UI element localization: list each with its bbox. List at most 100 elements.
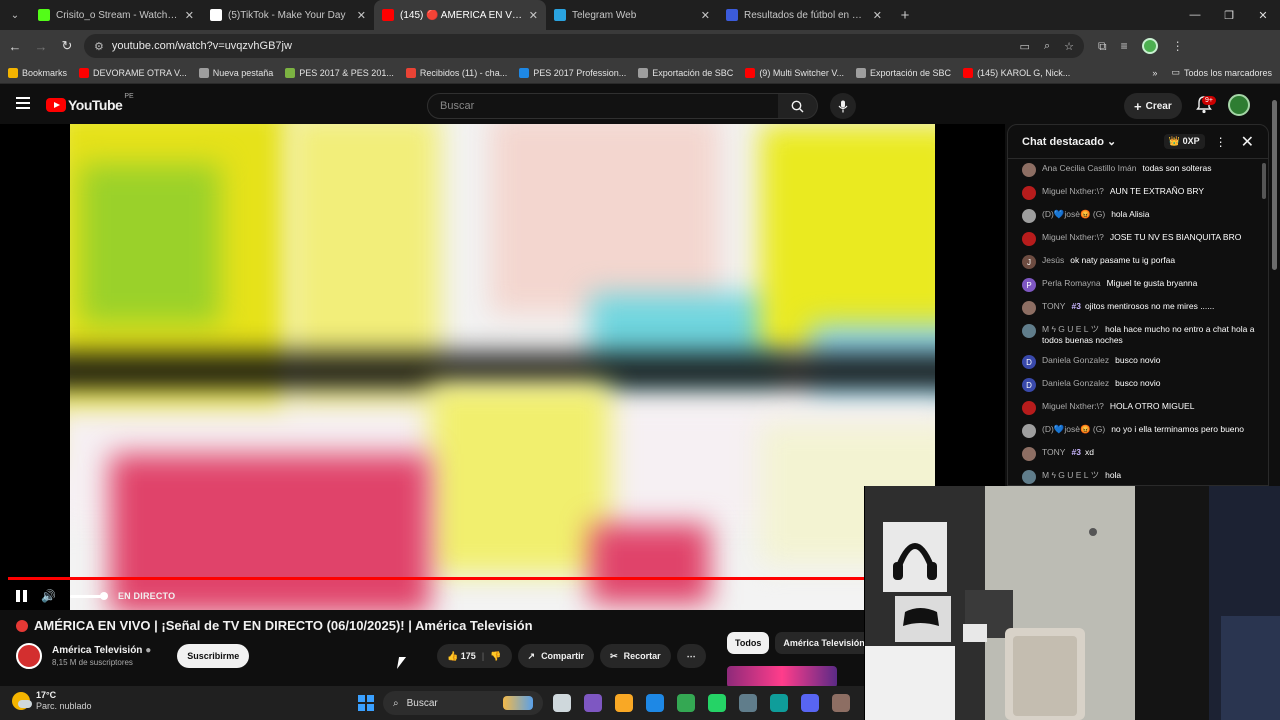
close-tab-icon[interactable]: ✕ <box>529 9 538 22</box>
channel-avatar[interactable] <box>16 643 42 669</box>
chat-author[interactable]: Miguel Nxther:\? <box>1042 232 1104 242</box>
chat-scrollbar[interactable] <box>1262 163 1266 199</box>
app-icon[interactable] <box>739 694 757 712</box>
chat-avatar[interactable] <box>1022 301 1036 315</box>
close-tab-icon[interactable]: ✕ <box>701 9 710 22</box>
store-icon[interactable] <box>646 694 664 712</box>
bookmark-item[interactable]: PES 2017 & PES 201... <box>285 67 394 78</box>
all-bookmarks-folder[interactable]: ▭ Todos los marcadores <box>1171 67 1272 78</box>
search-input[interactable]: Buscar <box>427 93 779 119</box>
profile-avatar[interactable] <box>1141 38 1158 54</box>
bookmark-item[interactable]: DEVORAME OTRA V... <box>79 67 187 78</box>
chat-mode-dropdown[interactable]: Chat destacado ⌄ <box>1022 135 1116 148</box>
chat-author[interactable]: M ϟ G U E L ツ <box>1042 470 1099 480</box>
bookmark-item[interactable]: Exportación de SBC <box>856 67 951 78</box>
weather-widget[interactable]: 17°C Parc. nublado <box>12 690 92 712</box>
chat-avatar[interactable] <box>1022 447 1036 461</box>
channel-name[interactable]: América Televisión ● <box>52 645 151 656</box>
chat-avatar[interactable]: J <box>1022 255 1036 269</box>
chat-author[interactable]: Miguel Nxther:\? <box>1042 186 1104 196</box>
browser-tab[interactable]: Telegram Web ✕ <box>546 0 718 30</box>
chat-author[interactable]: Daniela Gonzalez <box>1042 378 1109 388</box>
chat-author[interactable]: (D)💙josè😡 (G) <box>1042 209 1105 219</box>
chat-avatar[interactable] <box>1022 470 1036 484</box>
chat-author[interactable]: Ana Cecilia Castillo Imán <box>1042 163 1136 173</box>
forward-icon[interactable]: → <box>32 39 50 54</box>
bookmark-item[interactable]: Recibidos (11) - cha... <box>405 67 507 78</box>
close-tab-icon[interactable]: ✕ <box>357 9 366 22</box>
new-tab-button[interactable]: + <box>890 7 920 24</box>
browser-tab[interactable]: Resultados de fútbol en directo ✕ <box>718 0 890 30</box>
live-indicator[interactable]: EN DIRECTO <box>118 591 175 601</box>
chat-avatar[interactable] <box>1022 424 1036 438</box>
chat-avatar[interactable] <box>1022 163 1036 177</box>
video-player[interactable]: 🔊 EN DIRECTO <box>0 124 1005 610</box>
close-tab-icon[interactable]: ✕ <box>185 9 194 22</box>
discord-icon[interactable] <box>801 694 819 712</box>
reload-icon[interactable]: ↻ <box>58 38 76 54</box>
voice-search-button[interactable] <box>830 93 856 119</box>
clip-button[interactable]: ✂ Recortar <box>600 644 671 668</box>
like-button[interactable]: 👍 175 <box>447 651 476 662</box>
chat-avatar[interactable] <box>1022 232 1036 246</box>
bookmark-star-icon[interactable]: ☆ <box>1064 40 1074 53</box>
xp-badge[interactable]: 👑 0XP <box>1163 134 1205 149</box>
chat-author[interactable]: TONY <box>1042 301 1065 311</box>
tab-search-chevron-icon[interactable]: ⌄ <box>0 0 30 30</box>
maximize-icon[interactable]: ❐ <box>1212 0 1246 30</box>
create-button[interactable]: + Crear <box>1124 93 1182 119</box>
address-bar[interactable]: ⚙ youtube.com/watch?v=uvqzvhGB7jw ▭ ⌕ ☆ <box>84 34 1084 58</box>
chrome-icon[interactable] <box>677 694 695 712</box>
filter-chip[interactable]: Todos <box>727 632 770 654</box>
live-progress-bar[interactable] <box>8 577 868 580</box>
back-icon[interactable]: ← <box>6 39 24 54</box>
browser-tab[interactable]: (145) 🔴 AMÉRICA EN VIVO ✕ <box>374 0 546 30</box>
chat-avatar[interactable] <box>1022 186 1036 200</box>
chat-avatar[interactable]: D <box>1022 355 1036 369</box>
bookmark-item[interactable]: (145) KAROL G, Nick... <box>963 67 1070 78</box>
youtube-logo[interactable]: YouTube PE <box>46 93 134 113</box>
zoom-icon[interactable]: ⌕ <box>1044 40 1050 53</box>
edge-icon[interactable] <box>770 694 788 712</box>
bookmark-item[interactable]: PES 2017 Profession... <box>519 67 626 78</box>
cast-icon[interactable]: ▭ <box>1020 40 1030 53</box>
page-scrollbar[interactable] <box>1272 100 1277 270</box>
chat-menu-icon[interactable]: ⋮ <box>1215 135 1227 149</box>
filter-chip[interactable]: América Televisión <box>775 632 873 654</box>
media-control-icon[interactable]: ≡ <box>1121 39 1128 53</box>
bookmark-item[interactable]: Nueva pestaña <box>198 67 273 78</box>
browser-menu-icon[interactable]: ⋮ <box>1172 39 1184 53</box>
windows-start-icon[interactable] <box>358 695 374 711</box>
taskbar-search[interactable]: ⌕ Buscar <box>383 691 543 715</box>
copilot-icon[interactable] <box>584 694 602 712</box>
chat-avatar[interactable]: D <box>1022 378 1036 392</box>
related-video-thumbnail[interactable] <box>727 666 837 688</box>
chat-avatar[interactable]: P <box>1022 278 1036 292</box>
file-explorer-icon[interactable] <box>615 694 633 712</box>
chat-author[interactable]: TONY <box>1042 447 1065 457</box>
bookmark-item[interactable]: Bookmarks <box>8 67 67 78</box>
share-button[interactable]: ↗ Compartir <box>517 644 595 668</box>
chat-avatar[interactable] <box>1022 324 1036 338</box>
volume-icon[interactable]: 🔊 <box>41 589 56 603</box>
chat-author[interactable]: Perla Romayna <box>1042 278 1101 288</box>
extensions-icon[interactable]: ⧉ <box>1098 39 1107 54</box>
volume-slider[interactable] <box>69 591 108 600</box>
chat-author[interactable]: Daniela Gonzalez <box>1042 355 1109 365</box>
chat-author[interactable]: M ϟ G U E L ツ <box>1042 324 1099 334</box>
minimize-icon[interactable]: — <box>1178 0 1212 30</box>
chat-author[interactable]: Jesús <box>1042 255 1064 265</box>
bookmark-item[interactable]: (9) Multi Switcher V... <box>745 67 844 78</box>
dislike-button[interactable]: 👎 <box>490 651 501 662</box>
whatsapp-icon[interactable] <box>708 694 726 712</box>
app-2-icon[interactable] <box>832 694 850 712</box>
browser-tab[interactable]: Crisito_o Stream - Watch Live o ✕ <box>30 0 202 30</box>
site-info-icon[interactable]: ⚙ <box>94 40 104 53</box>
more-actions-button[interactable]: ⋯ <box>676 644 706 668</box>
bookmarks-overflow-icon[interactable]: » <box>1152 68 1157 78</box>
pause-icon[interactable] <box>16 590 27 602</box>
account-avatar[interactable] <box>1228 94 1250 116</box>
close-window-icon[interactable]: ✕ <box>1246 0 1280 30</box>
browser-tab[interactable]: (5)TikTok - Make Your Day ✕ <box>202 0 374 30</box>
task-view-icon[interactable] <box>553 694 571 712</box>
